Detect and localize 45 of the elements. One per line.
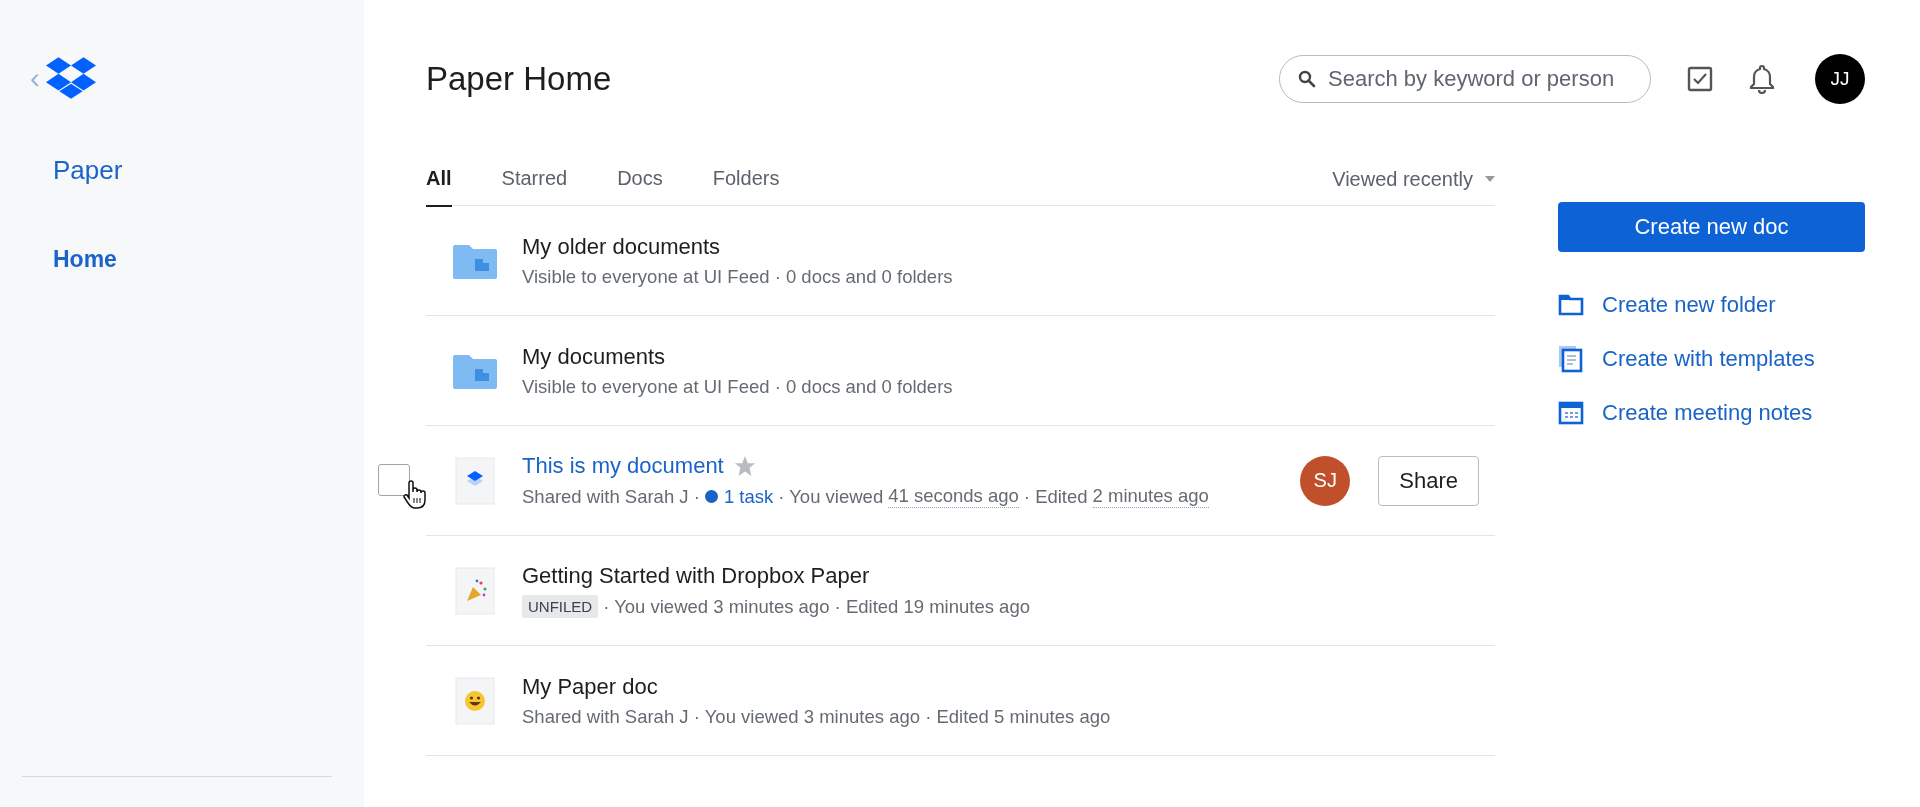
logo-icon[interactable] [46, 57, 96, 99]
star-icon[interactable] [733, 455, 756, 477]
document-title[interactable]: My Paper doc [522, 673, 658, 700]
tab[interactable]: Starred [501, 153, 568, 207]
create-link[interactable]: Create meeting notes [1602, 400, 1813, 426]
document-party-popper-icon [452, 566, 498, 615]
user-avatar: SJ [1300, 455, 1351, 506]
templates-icon [1558, 345, 1584, 373]
create-link[interactable]: Create with templates [1602, 346, 1815, 372]
folder-icon [1558, 293, 1584, 317]
meta-text: Visible to everyone at UI Feed · 0 docs and 0 folders [522, 375, 953, 398]
create-doc-button[interactable]: Create new doc [1558, 202, 1865, 252]
meta-text: Shared with Sarah J · You viewed 3 minutes ago · Edited 5 minutes ago [522, 705, 1111, 728]
calendar-icon [1558, 401, 1584, 425]
app-name-link[interactable]: Paper [53, 155, 123, 186]
document-layers-icon [452, 456, 498, 505]
document-title[interactable]: My older documents [522, 233, 721, 260]
bell-icon[interactable] [1749, 64, 1775, 94]
hand-cursor-icon [402, 480, 428, 510]
create-link[interactable]: Create new folder [1602, 292, 1776, 318]
checkbox-tasks-icon[interactable] [1687, 66, 1713, 92]
account-avatar[interactable]: JJ [1815, 54, 1865, 104]
meta-text: · Edited [1023, 485, 1088, 508]
document-title[interactable]: My documents [522, 343, 666, 370]
share-button[interactable]: Share [1378, 455, 1479, 506]
tab[interactable]: Docs [617, 153, 663, 207]
document-title[interactable]: Getting Started with Dropbox Paper [522, 563, 870, 589]
timestamp-text: 2 minutes ago [1092, 485, 1209, 508]
status-tag: UNFILED [522, 595, 599, 618]
sort-dropdown[interactable]: Viewed recently [1332, 153, 1495, 205]
meta-text: · You viewed 3 minutes ago · Edited 19 minutes ago [603, 595, 1030, 618]
timestamp-text: 41 seconds ago [888, 485, 1019, 508]
nav-item[interactable]: Home [53, 246, 117, 273]
page-title: Paper Home [426, 60, 613, 98]
tab[interactable]: Folders [712, 153, 780, 207]
search-icon [1298, 70, 1316, 88]
caret-icon [1485, 176, 1495, 182]
document-smiley-icon [452, 676, 498, 725]
meta-text: · You viewed [778, 485, 884, 508]
tab[interactable]: All [426, 153, 452, 207]
row-checkbox[interactable] [378, 464, 410, 496]
meta-text: Shared with Sarah J · [522, 485, 700, 508]
task-link[interactable]: 1 task [704, 485, 774, 508]
document-title[interactable]: This is my document [522, 453, 724, 479]
meta-text: Visible to everyone at UI Feed · 0 docs and 0 folders [522, 265, 953, 288]
